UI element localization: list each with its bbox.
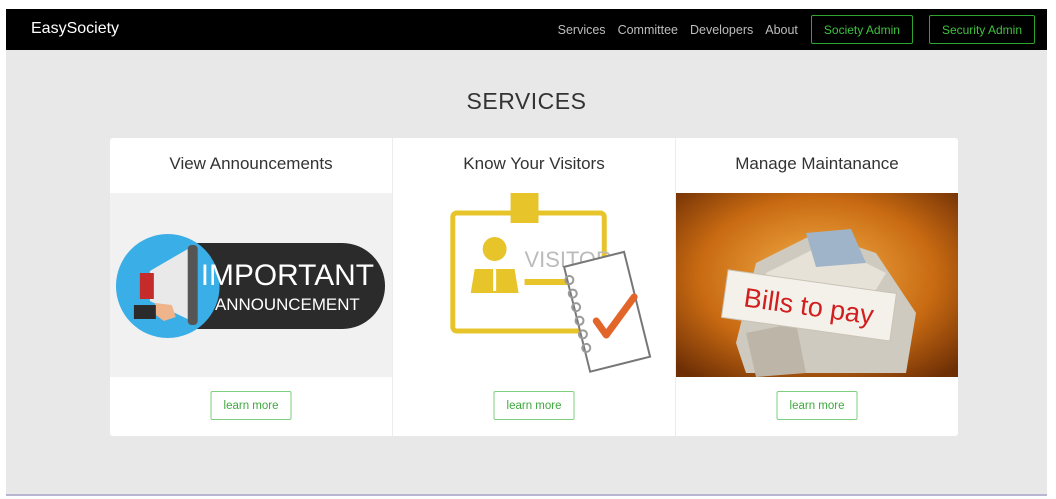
card-title: View Announcements: [169, 154, 333, 173]
card-title: Manage Maintanance: [735, 154, 899, 173]
nav-link-services[interactable]: Services: [558, 23, 606, 37]
security-admin-button[interactable]: Security Admin: [928, 15, 1035, 44]
bills-pile-icon: Bills to pay: [676, 193, 958, 377]
visitor-image: VISITOR: [393, 193, 675, 377]
society-admin-button[interactable]: Society Admin: [810, 15, 913, 44]
nav-links: Services Committee Developers About Soci…: [558, 15, 1035, 44]
learn-more-button[interactable]: learn more: [776, 391, 858, 420]
page-frame: EasySociety Services Committee Developer…: [6, 9, 1047, 496]
learn-more-button[interactable]: learn more: [210, 391, 292, 420]
announcement-image: IMPORTANT ANNOUNCEMENT: [110, 193, 392, 377]
brand-logo[interactable]: EasySociety: [31, 20, 119, 38]
nav-link-about[interactable]: About: [765, 23, 798, 37]
megaphone-icon: IMPORTANT ANNOUNCEMENT: [110, 193, 392, 377]
visitor-badge-icon: VISITOR: [393, 193, 675, 377]
announcement-image-line2: ANNOUNCEMENT: [215, 295, 360, 314]
service-card-visitors: Know Your Visitors VISITOR learn more: [393, 138, 676, 436]
bills-image: Bills to pay: [676, 193, 958, 377]
navbar: EasySociety Services Committee Developer…: [6, 9, 1047, 50]
service-card-maintenance: Manage Maintanance Bills to pay learn mo…: [676, 138, 958, 436]
page-title: SERVICES: [466, 88, 587, 114]
nav-link-developers[interactable]: Developers: [690, 23, 753, 37]
service-card-announcements: View Announcements IMPORTANT ANNOUNCEMEN…: [110, 138, 393, 436]
announcement-image-line1: IMPORTANT: [201, 259, 374, 292]
nav-link-committee[interactable]: Committee: [618, 23, 678, 37]
services-cards: View Announcements IMPORTANT ANNOUNCEMEN…: [110, 138, 958, 436]
card-title: Know Your Visitors: [463, 154, 605, 173]
learn-more-button[interactable]: learn more: [493, 391, 575, 420]
